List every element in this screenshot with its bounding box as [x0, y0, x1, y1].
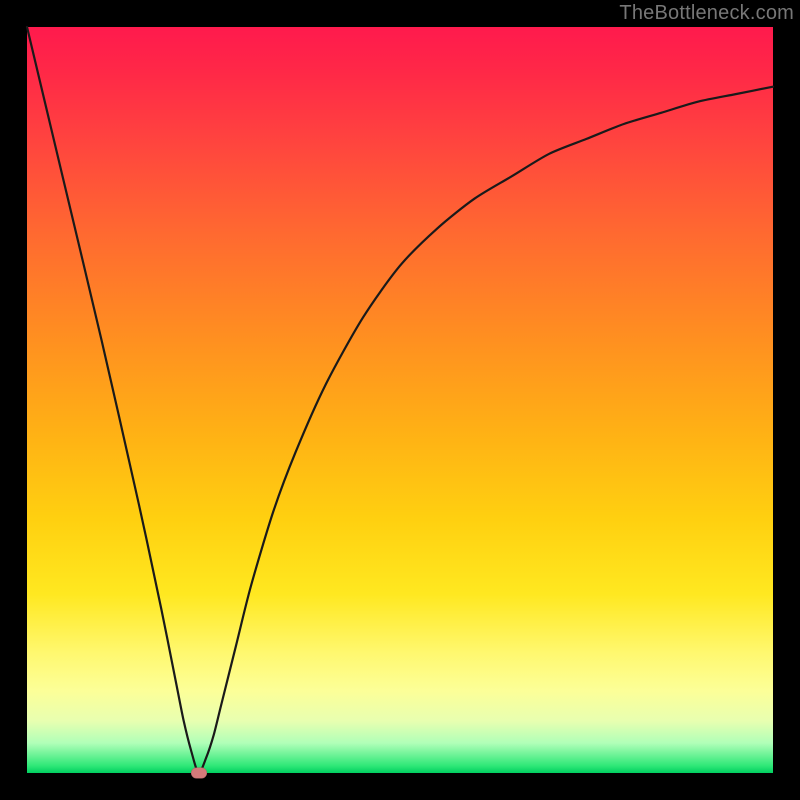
- optimal-point-marker: [191, 768, 207, 779]
- watermark-label: TheBottleneck.com: [619, 2, 794, 25]
- chart-frame: [27, 27, 773, 773]
- bottleneck-curve-path: [27, 27, 773, 773]
- bottleneck-curve: [27, 27, 773, 773]
